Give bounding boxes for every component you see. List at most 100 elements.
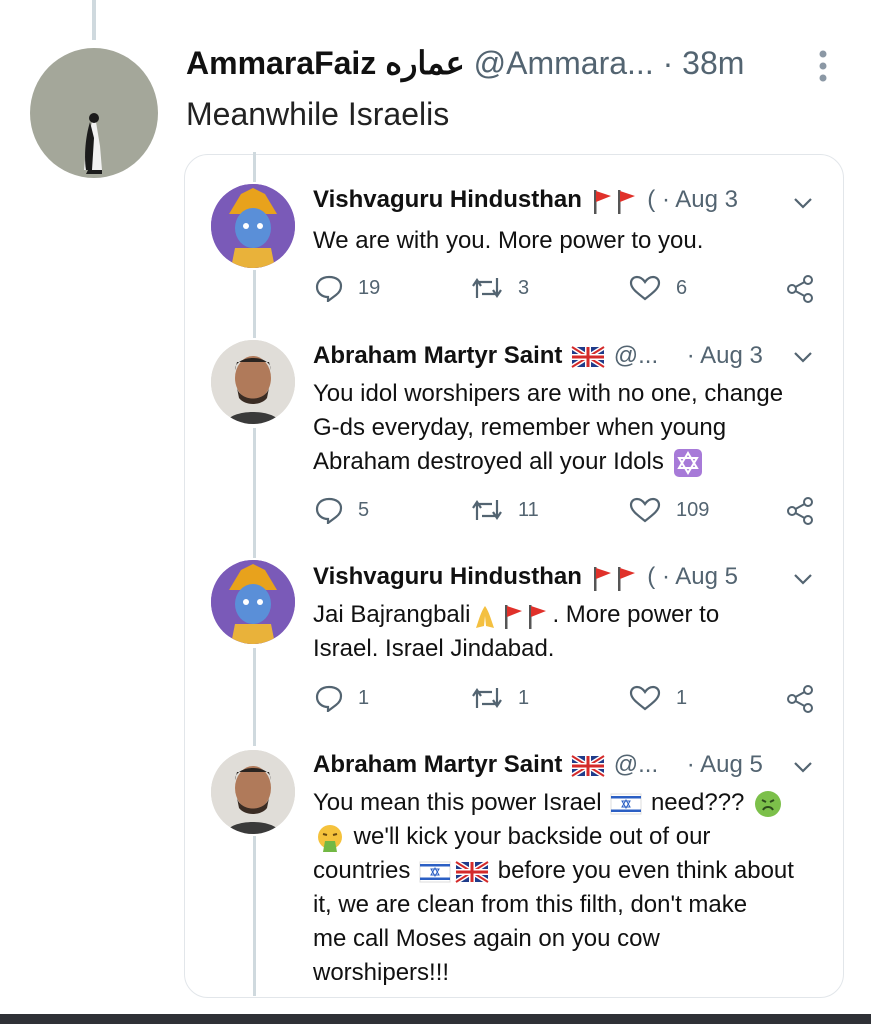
reply-date[interactable]: · Aug 3 (662, 186, 738, 213)
retweet-button[interactable]: 11 (470, 496, 539, 524)
reply-text-line: . More power to (552, 601, 720, 628)
nauseated-face-emoji-icon (755, 790, 782, 817)
reply-author-name[interactable]: Abraham Martyr Saint (313, 342, 562, 369)
folded-hands-emoji-icon (476, 605, 495, 628)
like-count: 1 (676, 686, 688, 709)
reply-text-line: we'll kick your backside out of our (353, 823, 711, 850)
red-flags-emoji-icon (593, 566, 635, 591)
reply-text-line: need??? (650, 789, 745, 816)
avatar[interactable] (211, 560, 295, 644)
uk-flag-emoji-icon (455, 859, 490, 884)
reply-icon (315, 275, 343, 302)
reply-text: You mean this power Israel need??? we'll… (313, 786, 833, 990)
heart-icon (629, 685, 661, 711)
reply-author-name[interactable]: Vishvaguru Hindusthan (313, 186, 582, 213)
like-count: 109 (676, 498, 710, 521)
reply-icon (315, 497, 343, 524)
heart-icon (629, 497, 661, 523)
like-button[interactable]: 6 (628, 274, 687, 302)
reply-handle[interactable]: ( (647, 563, 655, 590)
avatar-figure-icon (84, 113, 102, 174)
retweet-button[interactable]: 1 (470, 684, 529, 712)
deity-avatar-icon (211, 560, 295, 644)
author-handle[interactable]: @Ammara... (474, 45, 654, 81)
man-avatar-icon (211, 750, 295, 834)
reply-author-name[interactable]: Vishvaguru Hindusthan (313, 563, 582, 590)
thread-line (253, 648, 256, 746)
thread-connector-top (92, 0, 96, 40)
reply-handle[interactable]: ( (647, 186, 655, 213)
share-icon[interactable] (786, 496, 814, 526)
author-name-arabic[interactable]: عماره (385, 45, 465, 81)
uk-flag-emoji-icon (571, 753, 606, 778)
chevron-down-icon[interactable] (793, 196, 813, 210)
like-count: 6 (676, 276, 688, 299)
tweet-text: Meanwhile Israelis (186, 96, 450, 132)
avatar[interactable] (30, 48, 158, 178)
reply-text-line: We are with you. More power to you. (313, 227, 704, 254)
share-icon[interactable] (786, 274, 814, 304)
reply-count: 5 (358, 498, 370, 521)
man-avatar-icon (211, 340, 295, 424)
retweet-count: 11 (518, 498, 539, 521)
reply-header: Vishvaguru Hindusthan ( · Aug 3 (313, 186, 738, 214)
retweet-count: 3 (518, 276, 530, 299)
reply-text-line: worshipers!!! (313, 959, 450, 986)
reply-text-line: You mean this power Israel (313, 789, 602, 816)
vomiting-face-emoji-icon (318, 824, 342, 852)
reply-text-line: before you even think about (497, 857, 794, 884)
reply-text-line: You idol worshipers are with no one, cha… (313, 380, 784, 407)
thread-line (253, 428, 256, 558)
reply-count: 19 (358, 276, 381, 299)
israel-flag-emoji-icon (419, 861, 451, 883)
avatar[interactable] (211, 750, 295, 834)
reply-text-line: Jai Bajrangbali (313, 601, 471, 628)
chevron-down-icon[interactable] (793, 572, 813, 586)
reply-handle[interactable]: @... (614, 751, 658, 778)
tweet-header: AmmaraFaiz عماره @Ammara... · 38m (186, 44, 744, 82)
reply-text: Jai Bajrangbali . More power to Israel. … (313, 598, 833, 666)
reply-button[interactable]: 1 (314, 684, 369, 712)
tweet-time[interactable]: · 38m (663, 45, 745, 81)
author-name[interactable]: AmmaraFaiz (186, 45, 376, 81)
reply-date[interactable]: · Aug 3 (687, 342, 763, 369)
thread-line (253, 270, 256, 338)
retweet-count: 1 (518, 686, 530, 709)
star-of-david-emoji-icon (673, 448, 702, 477)
avatar[interactable] (211, 340, 295, 424)
reply-author-name[interactable]: Abraham Martyr Saint (313, 751, 562, 778)
heart-icon (629, 275, 661, 301)
reply-date[interactable]: · Aug 5 (662, 563, 738, 590)
chevron-down-icon[interactable] (793, 350, 813, 364)
reply-text: You idol worshipers are with no one, cha… (313, 377, 833, 479)
red-flags-emoji-icon (593, 189, 635, 214)
reply-icon (315, 685, 343, 712)
chevron-down-icon[interactable] (793, 760, 813, 774)
thread-line (253, 152, 256, 182)
like-button[interactable]: 109 (628, 496, 709, 524)
retweet-icon (472, 688, 502, 708)
reply-handle[interactable]: @... (614, 342, 658, 369)
reply-button[interactable]: 19 (314, 274, 380, 302)
thread-line (253, 836, 256, 996)
deity-avatar-icon (211, 184, 295, 268)
reply-date[interactable]: · Aug 5 (687, 751, 763, 778)
reply-header: Vishvaguru Hindusthan ( · Aug 5 (313, 563, 738, 591)
israel-flag-emoji-icon (610, 793, 642, 815)
avatar[interactable] (211, 184, 295, 268)
more-options-icon[interactable] (812, 48, 834, 84)
red-flags-emoji-icon (505, 604, 547, 629)
reply-header: Abraham Martyr Saint @... · Aug 5 (313, 751, 763, 779)
reply-button[interactable]: 5 (314, 496, 369, 524)
reply-text-line: me call Moses again on you cow (313, 925, 660, 952)
share-icon[interactable] (786, 684, 814, 714)
reply-count: 1 (358, 686, 370, 709)
retweet-icon (472, 278, 502, 298)
bottom-bar (0, 1014, 871, 1024)
reply-header: Abraham Martyr Saint @... · Aug 3 (313, 342, 763, 370)
uk-flag-emoji-icon (571, 344, 606, 369)
retweet-button[interactable]: 3 (470, 274, 529, 302)
like-button[interactable]: 1 (628, 684, 687, 712)
reply-text: We are with you. More power to you. (313, 224, 833, 258)
reply-text-line: Abraham destroyed all your Idols (313, 448, 664, 475)
